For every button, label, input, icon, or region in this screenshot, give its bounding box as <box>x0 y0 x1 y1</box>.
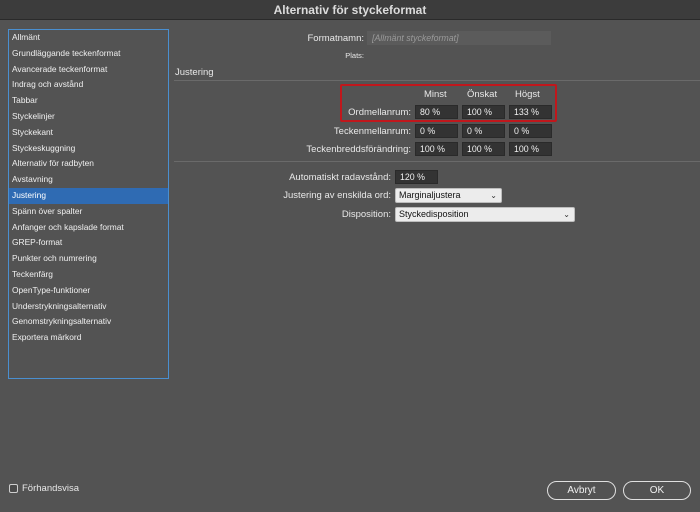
sidebar-item-radbyten[interactable]: Alternativ för radbyten <box>9 156 168 172</box>
cancel-button[interactable]: Avbryt <box>547 481 616 500</box>
sidebar-item-exportera-markord[interactable]: Exportera märkord <box>9 330 168 346</box>
letter-spacing-label: Teckenmellanrum: <box>333 126 411 137</box>
section-title: Justering <box>175 67 214 78</box>
glyph-scaling-min-field[interactable] <box>415 142 458 156</box>
chevron-down-icon: ⌄ <box>563 210 570 219</box>
glyph-scaling-label: Teckenbreddsförändring: <box>306 144 411 155</box>
sidebar-item-anfanger[interactable]: Anfanger och kapslade format <box>9 220 168 236</box>
sidebar-item-allmant[interactable]: Allmänt <box>9 30 168 46</box>
section-divider <box>174 80 700 81</box>
composer-label: Disposition: <box>341 209 391 220</box>
single-word-value: Marginaljustera <box>399 190 461 200</box>
sidebar-item-understrykning[interactable]: Understrykningsalternativ <box>9 299 168 315</box>
letter-spacing-max-field[interactable] <box>509 124 552 138</box>
sidebar-item-justering[interactable]: Justering <box>9 187 168 204</box>
composer-select[interactable]: Styckedisposition ⌄ <box>395 207 575 222</box>
sidebar-item-genomstrykning[interactable]: Genomstrykningsalternativ <box>9 314 168 330</box>
formatname-field[interactable] <box>367 31 551 45</box>
sidebar-item-punkter-och-numrering[interactable]: Punkter och numrering <box>9 251 168 267</box>
sidebar-item-styckelinjer[interactable]: Styckelinjer <box>9 109 168 125</box>
sidebar-item-opentype[interactable]: OpenType-funktioner <box>9 283 168 299</box>
composer-value: Styckedisposition <box>399 209 469 219</box>
spacing-divider <box>174 161 700 162</box>
glyph-scaling-max-field[interactable] <box>509 142 552 156</box>
window-title: Alternativ för styckeformat <box>0 0 700 20</box>
sidebar-item-spann-over-spalter[interactable]: Spänn över spalter <box>9 204 168 220</box>
sidebar-item-tabbar[interactable]: Tabbar <box>9 93 168 109</box>
sidebar-item-grep-format[interactable]: GREP-format <box>9 235 168 251</box>
auto-leading-field[interactable] <box>395 170 438 184</box>
letter-spacing-min-field[interactable] <box>415 124 458 138</box>
single-word-select[interactable]: Marginaljustera ⌄ <box>395 188 502 203</box>
location-label: Plats: <box>345 51 364 60</box>
highlight-annotation <box>340 84 557 122</box>
sidebar-item-teckenfarg[interactable]: Teckenfärg <box>9 267 168 283</box>
preview-checkbox[interactable] <box>9 484 18 493</box>
ok-button[interactable]: OK <box>623 481 691 500</box>
sidebar-item-avancerade-teckenformat[interactable]: Avancerade teckenformat <box>9 62 168 78</box>
glyph-scaling-desired-field[interactable] <box>462 142 505 156</box>
sidebar-item-grundlaggande-teckenformat[interactable]: Grundläggande teckenformat <box>9 46 168 62</box>
auto-leading-label: Automatiskt radavstånd: <box>289 172 391 183</box>
letter-spacing-desired-field[interactable] <box>462 124 505 138</box>
single-word-label: Justering av enskilda ord: <box>283 190 391 201</box>
preview-label: Förhandsvisa <box>22 483 80 494</box>
sidebar-item-indrag-och-avstand[interactable]: Indrag och avstånd <box>9 77 168 93</box>
sidebar-item-avstavning[interactable]: Avstavning <box>9 172 168 188</box>
sidebar-item-styckekant[interactable]: Styckekant <box>9 125 168 141</box>
sidebar-item-styckeskuggning[interactable]: Styckeskuggning <box>9 141 168 157</box>
category-list[interactable]: Allmänt Grundläggande teckenformat Avanc… <box>8 29 169 379</box>
chevron-down-icon: ⌄ <box>490 191 497 200</box>
formatname-label: Formatnamn: <box>307 33 365 44</box>
